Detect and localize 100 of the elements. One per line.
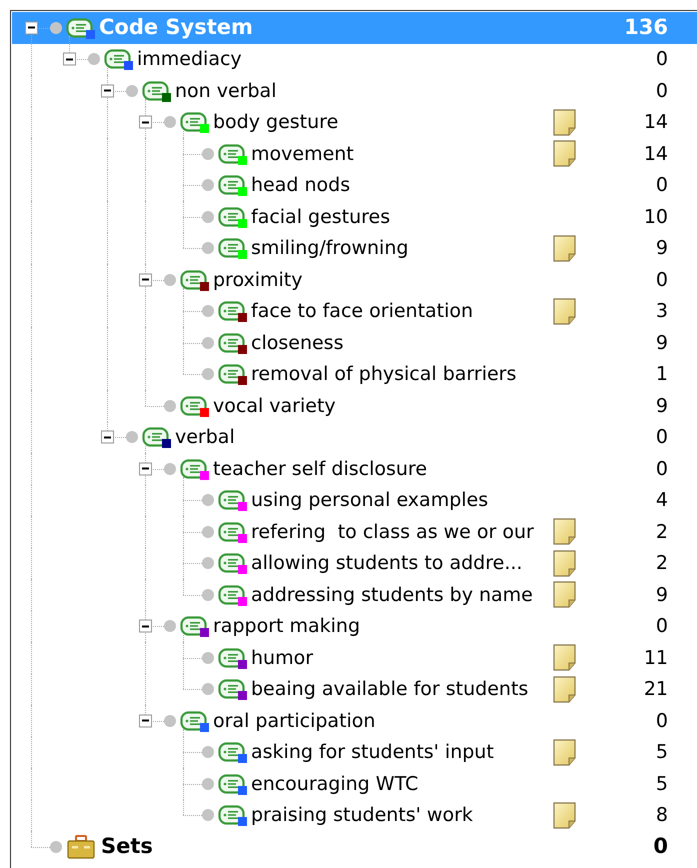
code-name[interactable]: movement xyxy=(251,140,354,168)
code-name[interactable]: using personal examples xyxy=(251,486,488,514)
code-name[interactable]: oral participation xyxy=(213,706,376,735)
collapse-toggle[interactable] xyxy=(139,462,152,476)
coded-count: 9 xyxy=(656,582,668,608)
note-icon[interactable] xyxy=(553,644,576,672)
tree-row[interactable]: allowing students to addre... 2 xyxy=(12,548,697,579)
code-icon xyxy=(218,300,246,322)
tree-row[interactable]: refering to class as we or our 2 xyxy=(12,516,697,548)
collapse-toggle[interactable] xyxy=(139,714,152,728)
code-name[interactable]: asking for students' input xyxy=(251,738,494,766)
code-name[interactable]: head nods xyxy=(251,171,350,200)
note-icon[interactable] xyxy=(553,140,576,168)
coded-count: 11 xyxy=(644,646,668,670)
coded-count: 9 xyxy=(656,236,668,261)
coded-count: 14 xyxy=(644,110,668,135)
collapse-toggle[interactable] xyxy=(139,620,152,633)
code-icon xyxy=(218,552,246,574)
note-icon[interactable] xyxy=(553,298,576,325)
code-icon xyxy=(218,584,246,606)
note-icon[interactable] xyxy=(553,518,576,546)
tree-row[interactable]: praising students' work 8 xyxy=(12,800,697,831)
code-name[interactable]: non verbal xyxy=(175,76,276,105)
collapse-toggle[interactable] xyxy=(63,52,76,66)
coded-count: 5 xyxy=(656,772,668,796)
collapse-toggle[interactable] xyxy=(101,84,114,98)
note-icon[interactable] xyxy=(553,802,576,829)
code-icon xyxy=(180,615,208,638)
tree-row[interactable]: beaing available for students 21 xyxy=(12,674,697,705)
tree-row[interactable]: rapport making 0 xyxy=(12,610,697,642)
tree-row[interactable]: Sets 0 xyxy=(12,831,697,862)
code-icon xyxy=(218,520,246,543)
code-name[interactable]: rapport making xyxy=(213,612,360,640)
code-name[interactable]: smiling/frowning xyxy=(251,234,408,262)
collapse-toggle[interactable] xyxy=(25,21,38,34)
code-name[interactable]: removal of physical barriers xyxy=(251,360,516,388)
code-icon xyxy=(218,142,246,165)
note-icon[interactable] xyxy=(553,550,576,577)
coded-count: 2 xyxy=(656,520,668,544)
code-name[interactable]: face to face orientation xyxy=(251,297,474,326)
code-name[interactable]: teacher self disclosure xyxy=(213,454,428,483)
code-icon xyxy=(218,206,246,228)
coded-count: 0 xyxy=(656,456,668,482)
collapse-toggle[interactable] xyxy=(139,273,152,286)
tree-row[interactable]: movement 14 xyxy=(12,138,697,170)
code-name[interactable]: vocal variety xyxy=(213,392,336,420)
tree-row[interactable]: proximity 0 xyxy=(12,264,697,296)
code-icon xyxy=(218,741,246,764)
code-icon xyxy=(218,678,246,700)
code-name[interactable]: verbal xyxy=(175,423,235,452)
coded-count: 9 xyxy=(656,394,668,418)
code-name[interactable]: refering to class as we or our xyxy=(251,518,534,546)
tree-row[interactable]: body gesture 14 xyxy=(12,106,697,138)
code-name[interactable]: Sets xyxy=(101,831,153,862)
tree-row[interactable]: teacher self disclosure 0 xyxy=(12,453,697,484)
tree-row[interactable]: smiling/frowning 9 xyxy=(12,232,697,264)
code-name[interactable]: closeness xyxy=(251,328,344,357)
note-icon[interactable] xyxy=(553,108,576,136)
code-name[interactable]: encouraging WTC xyxy=(251,770,418,798)
note-icon[interactable] xyxy=(553,738,576,766)
code-name[interactable]: praising students' work xyxy=(251,801,473,830)
code-name[interactable]: beaing available for students xyxy=(251,675,528,704)
tree-row[interactable]: closeness 9 xyxy=(12,327,697,358)
collapse-toggle[interactable] xyxy=(101,430,114,444)
tree-row[interactable]: humor 11 xyxy=(12,642,697,674)
code-name[interactable]: facial gestures xyxy=(251,202,390,231)
code-name[interactable]: humor xyxy=(251,644,314,672)
code-icon xyxy=(180,111,208,134)
code-name[interactable]: proximity xyxy=(213,266,302,294)
tree-row[interactable]: vocal variety 9 xyxy=(12,390,697,422)
code-name[interactable]: addressing students by name xyxy=(251,580,533,609)
tree-row[interactable]: immediacy 0 xyxy=(12,44,697,75)
coded-count: 5 xyxy=(656,740,668,765)
code-name[interactable]: immediacy xyxy=(137,45,242,74)
tree-row[interactable]: facial gestures 10 xyxy=(12,201,697,232)
tree-row[interactable]: removal of physical barriers 1 xyxy=(12,358,697,390)
note-icon[interactable] xyxy=(553,676,576,703)
code-icon xyxy=(218,363,246,386)
coded-count: 2 xyxy=(656,551,668,576)
code-icon xyxy=(142,80,170,102)
code-name[interactable]: allowing students to addre... xyxy=(251,549,522,578)
tree-row[interactable]: head nods 0 xyxy=(12,170,697,201)
coded-count: 0 xyxy=(656,708,668,734)
code-icon xyxy=(218,804,246,826)
tree-row[interactable]: verbal 0 xyxy=(12,422,697,453)
code-name[interactable]: body gesture xyxy=(213,108,338,136)
tree-row[interactable]: addressing students by name 9 xyxy=(12,579,697,610)
code-icon xyxy=(180,268,208,291)
note-icon[interactable] xyxy=(553,234,576,262)
tree-row[interactable]: face to face orientation 3 xyxy=(12,296,697,327)
code-icon xyxy=(218,332,246,354)
tree-row[interactable]: asking for students' input 5 xyxy=(12,736,697,768)
code-icon xyxy=(218,237,246,260)
tree-row[interactable]: using personal examples 4 xyxy=(12,484,697,516)
tree-row[interactable]: encouraging WTC 5 xyxy=(12,768,697,800)
coded-count: 4 xyxy=(656,488,668,513)
collapse-toggle[interactable] xyxy=(139,116,152,129)
note-icon[interactable] xyxy=(553,581,576,608)
tree-row[interactable]: oral participation 0 xyxy=(12,705,697,736)
tree-row[interactable]: non verbal 0 xyxy=(12,75,697,106)
